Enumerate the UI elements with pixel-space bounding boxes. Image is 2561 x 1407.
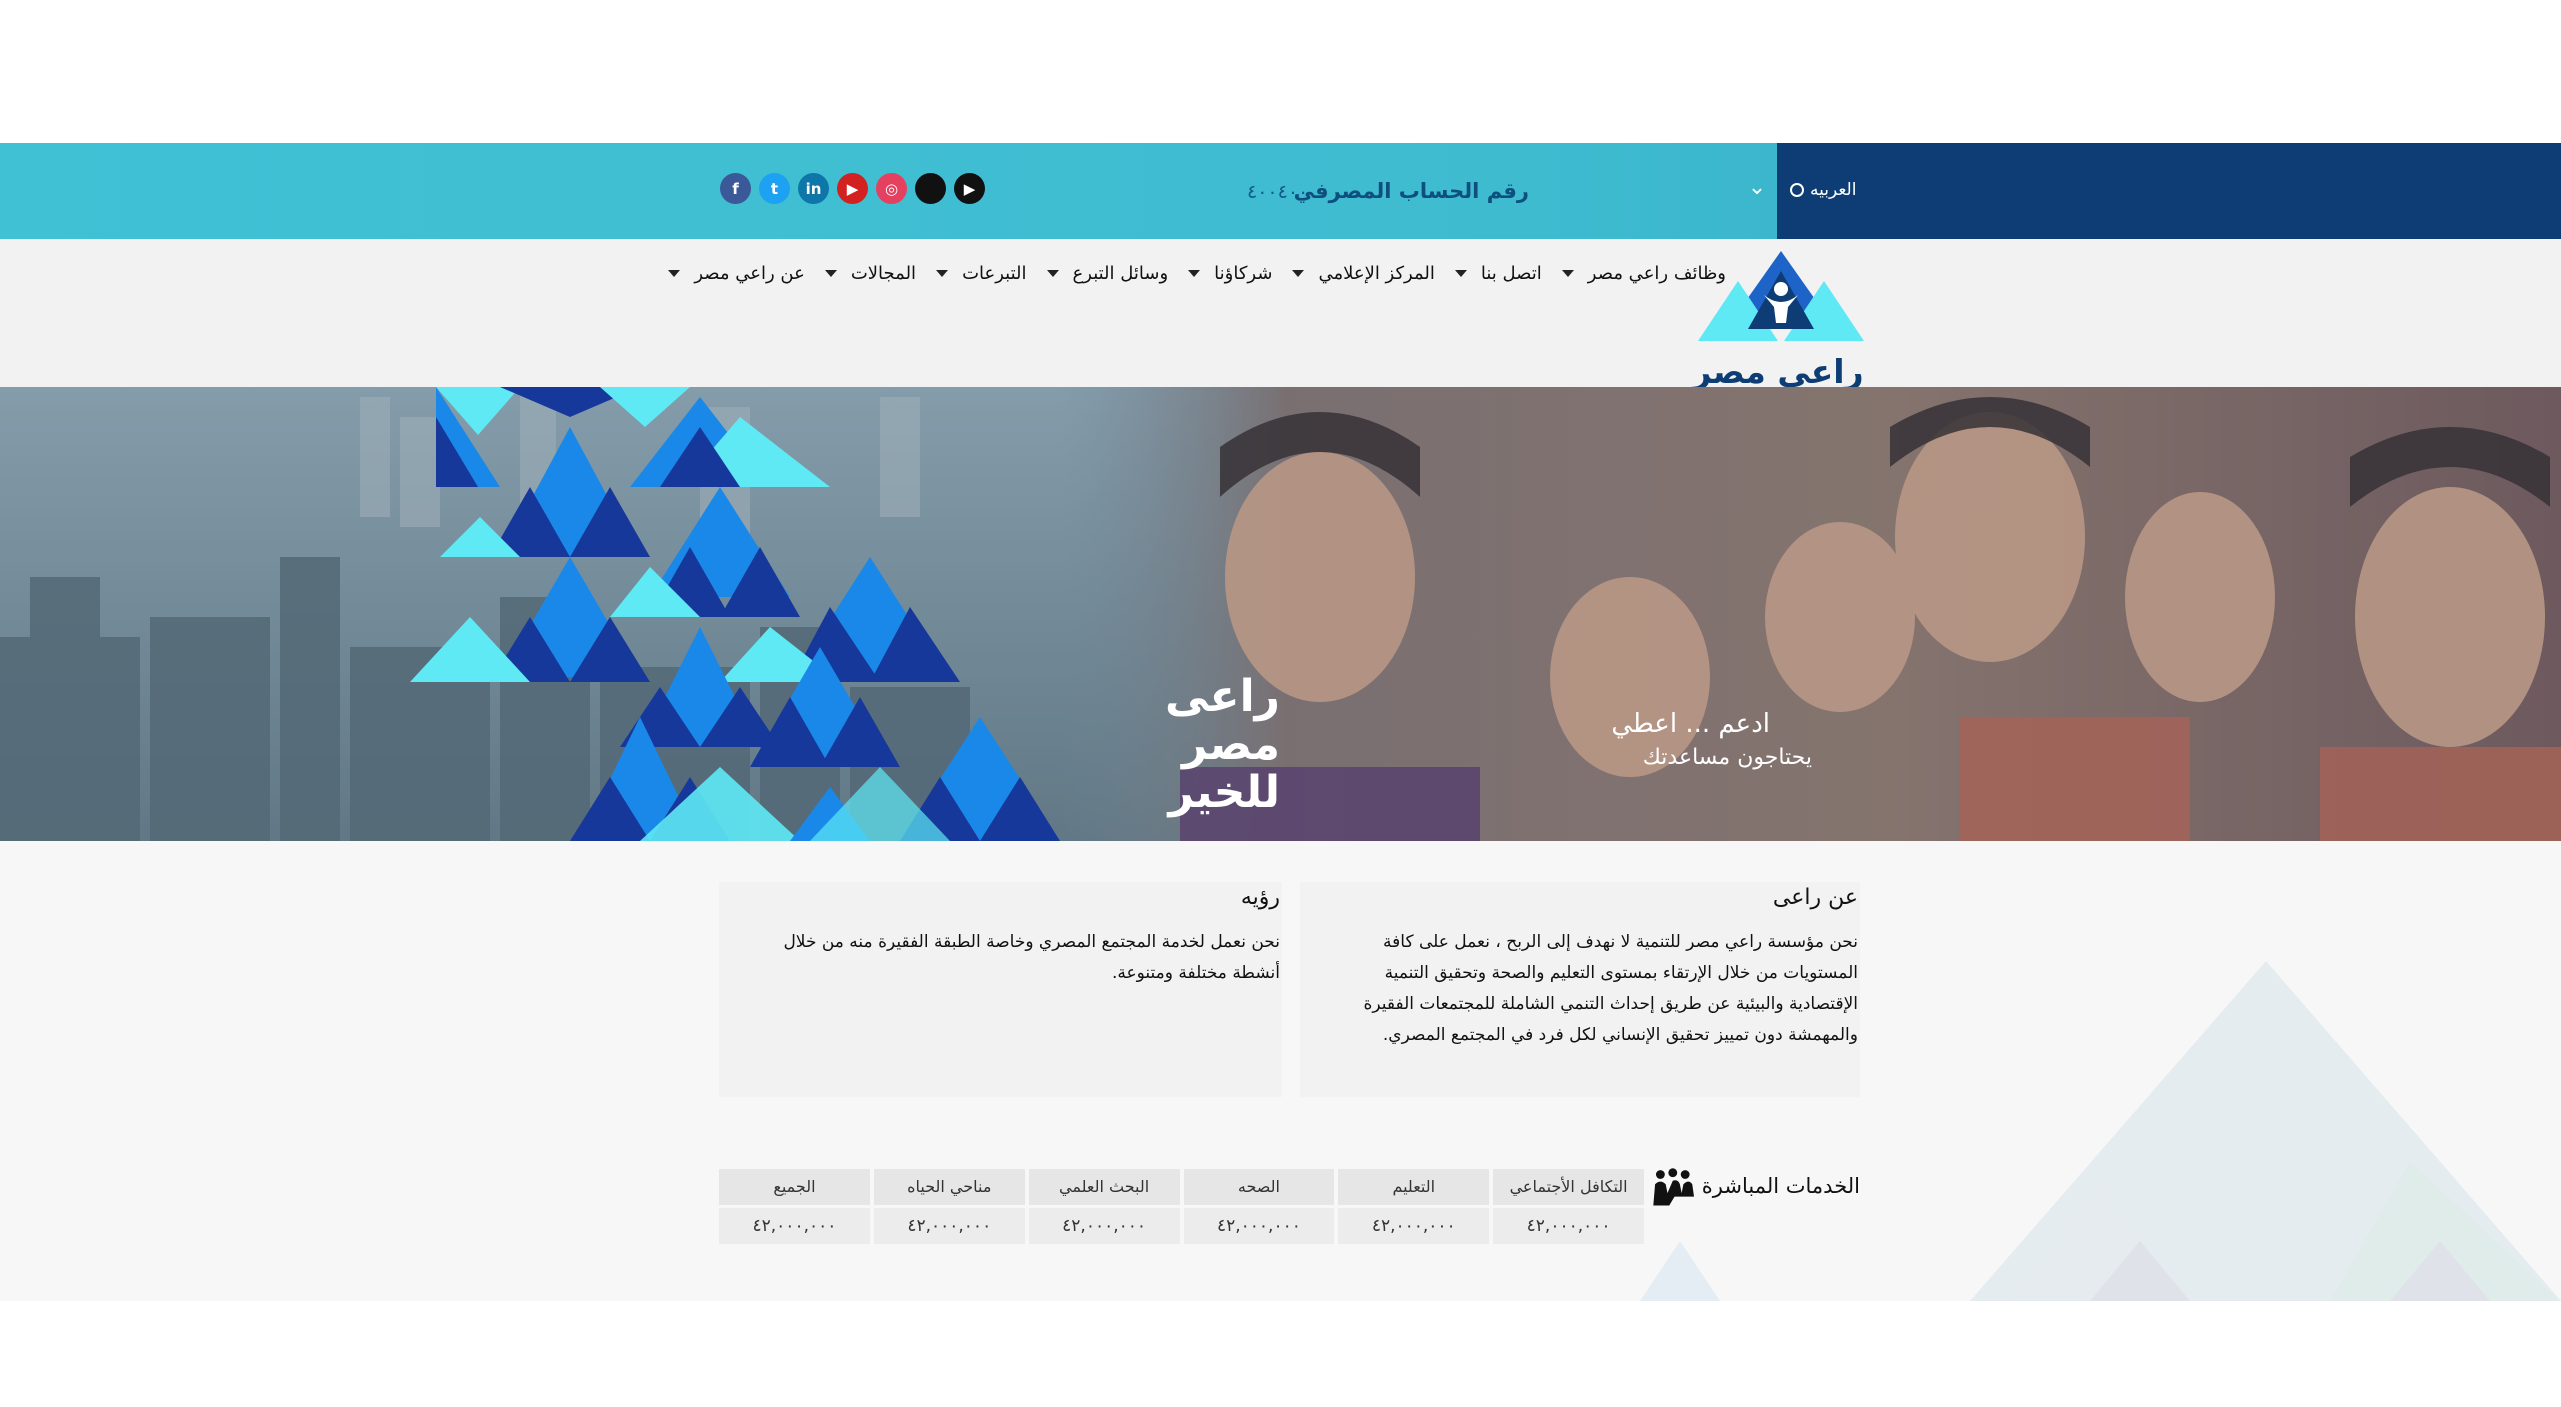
bank-account-label: رقم الحساب المصرفي <box>1293 179 1529 203</box>
hero-subslogan: يحتاجون مساعدتك <box>1642 745 1812 770</box>
language-label[interactable]: العربيه <box>1810 180 1856 200</box>
instagram-icon[interactable]: ◎ <box>876 173 907 204</box>
caret-down-icon[interactable] <box>1046 270 1059 277</box>
about-card: عن راعى نحن مؤسسة راعي مصر للتنمية لا نه… <box>1300 882 1860 1097</box>
caret-down-icon[interactable] <box>824 270 837 277</box>
nav-item-label[interactable]: التبرعات <box>962 263 1026 284</box>
apple-icon[interactable] <box>915 173 946 204</box>
service-stat[interactable]: الجميع ٤٢,٠٠٠,٠٠٠ <box>719 1169 870 1244</box>
vision-text: نحن نعمل لخدمة المجتمع المصري وخاصة الطب… <box>783 932 1280 983</box>
service-stat[interactable]: الصحه ٤٢,٠٠٠,٠٠٠ <box>1183 1169 1335 1244</box>
social-links: f t in ▶ ◎ ▶ <box>720 173 985 204</box>
service-stat-label[interactable]: مناحي الحياه <box>873 1169 1025 1205</box>
service-stat-label[interactable]: البحث العلمي <box>1028 1169 1180 1205</box>
hero-brand-line2: للخير <box>1168 767 1280 818</box>
logo-text: راعى مصر <box>1692 352 1864 391</box>
people-group-icon <box>1653 1168 1695 1206</box>
service-stat-value: ٤٢,٠٠٠,٠٠٠ <box>1338 1208 1490 1244</box>
hero-brand-line1: راعى مصر <box>1165 671 1280 770</box>
vision-card: رؤيه نحن نعمل لخدمة المجتمع المصري وخاصة… <box>719 882 1282 1097</box>
nav-item-label[interactable]: عن راعي مصر <box>694 263 805 284</box>
nav-item-6[interactable]: اتصل بنا <box>1445 263 1552 284</box>
top-bar: ⌄ العربيه رقم الحساب المصرفي ٤٠٠٤٠٠ f t in… <box>0 143 2561 239</box>
hero-brand-text: راعى مصر للخير <box>1060 673 1280 817</box>
globe-icon <box>1790 183 1804 197</box>
facebook-icon[interactable]: f <box>720 173 751 204</box>
nav-item-label[interactable]: المركز الإعلامي <box>1318 263 1434 284</box>
nav-item-2[interactable]: التبرعات <box>926 263 1036 284</box>
service-stat-label[interactable]: التكافل الأجتماعي <box>1493 1169 1644 1205</box>
youtube-icon[interactable]: ▶ <box>837 173 868 204</box>
nav-item-4[interactable]: شركاؤنا <box>1178 263 1282 284</box>
about-title: عن راعى <box>1772 885 1858 910</box>
service-stat[interactable]: التكافل الأجتماعي ٤٢,٠٠٠,٠٠٠ <box>1493 1169 1644 1244</box>
nav-item-label[interactable]: وسائل التبرع <box>1073 263 1169 284</box>
twitter-icon[interactable]: t <box>759 173 790 204</box>
language-bar <box>1777 143 2561 239</box>
nav-item-3[interactable]: وسائل التبرع <box>1037 263 1179 284</box>
caret-down-icon[interactable] <box>1454 270 1467 277</box>
hero-slogan: ادعم ... اعطي <box>1611 709 1770 739</box>
nav-bar: عن راعي مصر المجالات التبرعات وسائل التبرع ش… <box>0 239 2561 387</box>
service-stat-label[interactable]: الصحه <box>1183 1169 1335 1205</box>
service-stat-value: ٤٢,٠٠٠,٠٠٠ <box>1493 1208 1644 1244</box>
services-title: الخدمات المباشرة <box>1701 1174 1860 1198</box>
service-stat-value: ٤٢,٠٠٠,٠٠٠ <box>873 1208 1025 1244</box>
hero-background-image <box>0 387 2561 841</box>
caret-down-icon[interactable] <box>1292 270 1305 277</box>
services-stats: التكافل الأجتماعي ٤٢,٠٠٠,٠٠٠ التعليم ٤٢,٠٠٠… <box>719 1169 1644 1244</box>
nav-item-label[interactable]: اتصل بنا <box>1481 263 1542 284</box>
chevron-down-icon[interactable]: ⌄ <box>1744 173 1770 203</box>
service-stat[interactable]: التعليم ٤٢,٠٠٠,٠٠٠ <box>1338 1169 1490 1244</box>
services-heading: الخدمات المباشرة <box>1648 1164 1860 1208</box>
about-text: نحن مؤسسة راعي مصر للتنمية لا نهدف إلى ا… <box>1363 932 1858 1045</box>
main-menu: عن راعي مصر المجالات التبرعات وسائل التبرع ش… <box>658 263 1736 284</box>
caret-down-icon[interactable] <box>936 270 949 277</box>
caret-down-icon[interactable] <box>1188 270 1201 277</box>
caret-down-icon[interactable] <box>1561 270 1574 277</box>
service-stat-value: ٤٢,٠٠٠,٠٠٠ <box>719 1208 870 1244</box>
google-play-icon[interactable]: ▶ <box>954 173 985 204</box>
service-stat[interactable]: مناحي الحياه ٤٢,٠٠٠,٠٠٠ <box>873 1169 1025 1244</box>
service-stat-label[interactable]: التعليم <box>1338 1169 1490 1205</box>
service-stat[interactable]: البحث العلمي ٤٢,٠٠٠,٠٠٠ <box>1028 1169 1180 1244</box>
linkedin-icon[interactable]: in <box>798 173 829 204</box>
service-stat-value: ٤٢,٠٠٠,٠٠٠ <box>1028 1208 1180 1244</box>
language-switcher[interactable]: العربيه <box>1790 175 1856 205</box>
nav-item-label[interactable]: شركاؤنا <box>1214 263 1272 284</box>
nav-item-5[interactable]: المركز الإعلامي <box>1282 263 1444 284</box>
nav-item-1[interactable]: المجالات <box>815 263 926 284</box>
vision-title: رؤيه <box>1240 885 1280 910</box>
caret-down-icon[interactable] <box>668 270 681 277</box>
service-stat-label[interactable]: الجميع <box>719 1169 870 1205</box>
nav-item-0[interactable]: عن راعي مصر <box>658 263 815 284</box>
hero-banner: راعى مصر للخير ادعم ... اعطي يحتاجون مسا… <box>0 387 2561 841</box>
bank-account-number: ٤٠٠٤٠٠ <box>1247 181 1309 203</box>
nav-item-label[interactable]: المجالات <box>851 263 916 284</box>
service-stat-value: ٤٢,٠٠٠,٠٠٠ <box>1183 1208 1335 1244</box>
